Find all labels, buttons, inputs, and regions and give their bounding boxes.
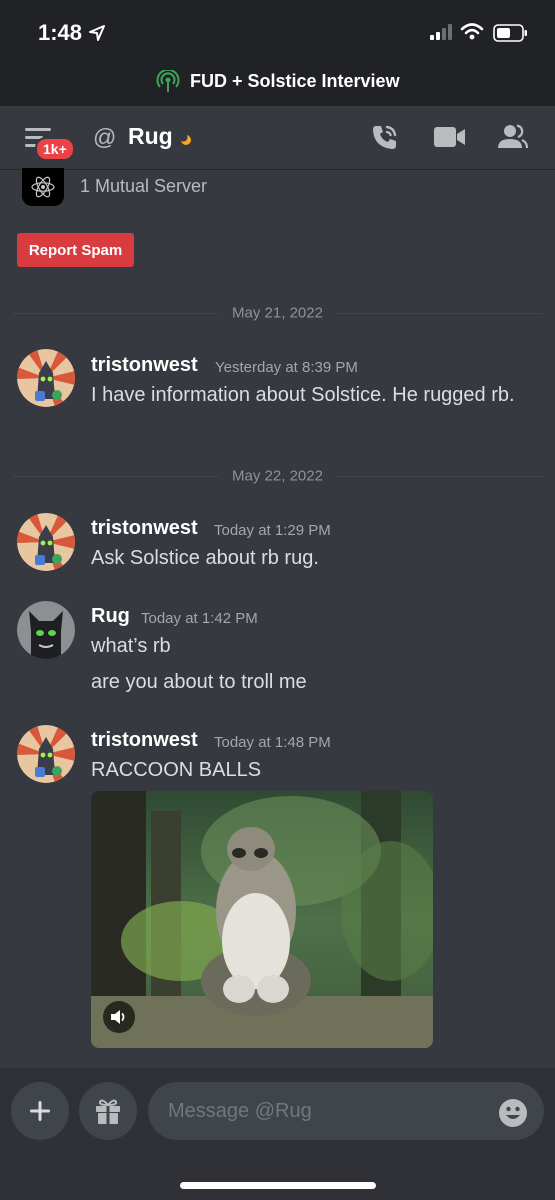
mutual-server-row[interactable]: 1 Mutual Server	[0, 168, 555, 210]
volume-button[interactable]	[103, 1001, 135, 1033]
report-spam-button[interactable]: Report Spam	[17, 233, 134, 267]
video-camera-icon[interactable]	[434, 126, 466, 148]
message-author[interactable]: tristonwest	[91, 517, 198, 540]
message-composer	[0, 1068, 555, 1200]
avatar[interactable]	[17, 601, 75, 659]
voice-connected-icon	[156, 70, 180, 92]
cellular-signal-icon	[430, 24, 452, 40]
channel-name[interactable]: Rug	[128, 123, 173, 150]
video-attachment[interactable]	[91, 791, 433, 1048]
message-timestamp: Today at 1:42 PM	[141, 610, 258, 627]
channel-header: @ Rug	[0, 106, 555, 170]
message-author[interactable]: tristonwest	[91, 729, 198, 752]
avatar[interactable]	[17, 349, 75, 407]
avatar[interactable]	[17, 513, 75, 571]
status-time: 1:48	[38, 20, 83, 45]
message-text: Ask Solstice about rb rug.	[91, 547, 319, 569]
add-attachment-button[interactable]	[11, 1082, 69, 1140]
date-divider-label: May 21, 2022	[218, 304, 337, 322]
smile-icon[interactable]	[498, 1098, 528, 1128]
message-author[interactable]: Rug	[91, 605, 130, 628]
wifi-icon	[460, 23, 484, 40]
message-text: I have information about Solstice. He ru…	[91, 384, 515, 406]
battery-icon	[493, 24, 527, 42]
date-divider-label: May 22, 2022	[218, 467, 337, 485]
avatar[interactable]	[17, 725, 75, 783]
gift-icon	[96, 1099, 120, 1124]
speaker-icon	[111, 1010, 125, 1024]
message-text: what’s rb	[91, 635, 171, 657]
plus-icon	[30, 1101, 50, 1121]
moon-icon	[180, 134, 191, 145]
voice-call-banner[interactable]: FUD + Solstice Interview	[0, 62, 555, 106]
mutual-server-label: 1 Mutual Server	[80, 176, 208, 196]
message-text: RACCOON BALLS	[91, 759, 262, 781]
at-symbol-icon: @	[93, 124, 117, 150]
members-icon[interactable]	[498, 124, 528, 150]
phone-call-icon[interactable]	[370, 122, 400, 152]
server-icon	[22, 168, 64, 206]
call-title: FUD + Solstice Interview	[190, 71, 400, 91]
date-divider: May 22, 2022	[13, 467, 542, 485]
home-indicator	[180, 1182, 376, 1189]
message-timestamp: Today at 1:29 PM	[214, 522, 331, 539]
message-input[interactable]	[148, 1082, 544, 1140]
location-arrow-icon	[89, 25, 105, 41]
attachment-image	[91, 791, 433, 1048]
message-author[interactable]: tristonwest	[91, 354, 198, 377]
message-text: are you about to troll me	[91, 671, 307, 693]
gift-button[interactable]	[79, 1082, 137, 1140]
atom-icon	[31, 176, 55, 198]
date-divider: May 21, 2022	[13, 304, 542, 322]
message-timestamp: Today at 1:48 PM	[214, 734, 331, 751]
message-timestamp: Yesterday at 8:39 PM	[215, 359, 358, 376]
status-bar: 1:48	[0, 0, 555, 62]
notification-badge: 1k+	[35, 137, 75, 161]
